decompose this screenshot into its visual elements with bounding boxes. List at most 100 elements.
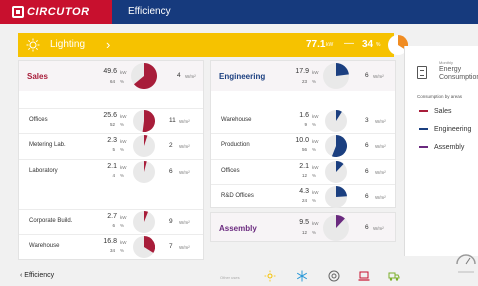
engineering-title: Engineering (219, 72, 266, 81)
kw-unit: kW (120, 165, 127, 170)
area-wm2: 9 (169, 218, 173, 225)
brand-mark-icon (12, 6, 24, 18)
assembly-pie (323, 215, 349, 241)
assembly-title: Assembly (219, 224, 257, 233)
area-wm2: 6 (169, 168, 173, 175)
assembly-card[interactable]: Assembly 9.5 kW 12 % 6 W/m² (210, 212, 396, 242)
lighting-bar[interactable]: Lighting › 77.1 kW — 34 % (18, 33, 408, 57)
table-row[interactable]: Offices 25.6 kW 52% 11 W/m² (19, 108, 203, 134)
snowflake-icon[interactable] (296, 270, 308, 282)
pie-slice (336, 186, 347, 197)
table-row[interactable]: Warehouse 16.8 kW 34% 7 W/m² (19, 234, 203, 260)
legend-swatch (419, 128, 428, 131)
table-row[interactable]: Laboratory 2.1 kW 4% 6 W/m² (19, 159, 203, 185)
area-name: Production (221, 142, 250, 148)
area-kw: 2.7 (107, 213, 117, 220)
pct-unit: % (120, 248, 125, 253)
area-name: Corporate Build. (29, 218, 73, 224)
area-name: Metering Lab. (29, 142, 66, 148)
chevron-right-icon[interactable]: › (106, 37, 110, 52)
legend-label: Sales (434, 108, 452, 115)
area-pct: 56 (301, 147, 307, 152)
legend-item-engineering: Engineering (419, 126, 471, 133)
wm2-unit: W/m² (375, 195, 386, 200)
wm2-unit: W/m² (375, 170, 386, 175)
pct-unit: % (312, 147, 317, 152)
sales-header-row[interactable]: Sales 49.6 kW 64 % 4 W/m² (19, 61, 203, 91)
area-wm2: 6 (365, 193, 369, 200)
sales-pct: 64 (109, 79, 115, 84)
target-icon[interactable] (328, 270, 340, 282)
document-icon (417, 66, 427, 79)
area-share-pie (133, 211, 155, 233)
table-row[interactable]: Offices 2.1 kW 12% 6 W/m² (211, 159, 395, 185)
area-name: Offices (221, 168, 240, 174)
kw-unit: kW (312, 114, 319, 119)
table-row[interactable]: Warehouse 1.6 kW 9% 3 W/m² (211, 108, 395, 134)
area-kw: 16.8 (103, 238, 117, 245)
circutor-logo: CIRCUTOR (12, 5, 96, 19)
legend-swatch (419, 146, 428, 149)
pct-unit: % (120, 79, 125, 84)
area-name: Laboratory (29, 168, 58, 174)
area-wm2: 6 (365, 168, 369, 175)
kw-unit: kW (312, 190, 319, 195)
legend-swatch (419, 110, 428, 113)
lighting-percent-value: 34 (362, 39, 374, 50)
area-kw: 1.6 (299, 112, 309, 119)
area-pct: 9 (304, 122, 307, 127)
area-wm2: 11 (169, 117, 176, 124)
wm2-unit: W/m² (179, 170, 190, 175)
area-kw: 10.0 (295, 137, 309, 144)
legend-label: Assembly (434, 144, 465, 151)
back-link[interactable]: ‹ Efficiency (20, 272, 54, 279)
panel-period: Monthly (439, 60, 454, 65)
area-pct: 6 (112, 223, 115, 228)
engineering-wm2: 6 (365, 72, 369, 79)
engineering-pct: 23 (301, 79, 307, 84)
area-pct: 12 (301, 173, 307, 178)
assembly-kw: 9.5 (299, 219, 309, 226)
engineering-header-row[interactable]: Engineering 17.9 kW 23 % 6 W/m² (211, 61, 395, 91)
area-share-pie (133, 236, 155, 258)
wm2-unit: W/m² (373, 226, 384, 231)
table-row[interactable]: Corporate Build. 2.7 kW 6% 9 W/m² (19, 209, 203, 235)
engineering-pie (323, 63, 349, 89)
pie-slice (336, 63, 349, 76)
laptop-icon[interactable] (358, 270, 370, 282)
truck-icon[interactable] (388, 270, 400, 282)
area-pct: 34 (109, 248, 115, 253)
lighting-label: Lighting (50, 39, 86, 50)
area-share-pie (325, 110, 347, 132)
lighting-icon[interactable] (264, 270, 276, 282)
gauge-icon (456, 254, 476, 273)
table-row[interactable]: R&D Offices 4.3 kW 24% 6 W/m² (211, 184, 395, 210)
area-name: Offices (29, 117, 48, 123)
brand-name: CIRCUTOR (27, 6, 90, 18)
engineering-card: Engineering 17.9 kW 23 % 6 W/m² Warehous… (210, 60, 396, 208)
kw-unit: kW (312, 139, 319, 144)
area-kw: 2.1 (299, 163, 309, 170)
table-row[interactable]: Production 10.0 kW 56% 6 W/m² (211, 133, 395, 159)
legend-item-assembly: Assembly (419, 144, 464, 151)
sales-title: Sales (27, 72, 48, 81)
area-kw: 2.1 (107, 163, 117, 170)
area-kw: 25.6 (103, 112, 117, 119)
lighting-separator: — (344, 38, 354, 49)
sales-kw: 49.6 (103, 68, 117, 75)
energy-consumption-panel: Monthly Energy Consumption Consumption b… (404, 46, 478, 256)
kw-unit: kW (120, 70, 127, 75)
wm2-unit: W/m² (373, 74, 384, 79)
pct-unit: % (312, 173, 317, 178)
table-row[interactable]: Metering Lab. 2.3 kW 5% 2 W/m² (19, 133, 203, 159)
sales-pie (131, 63, 157, 89)
kw-unit: kW (120, 114, 127, 119)
kw-unit: kW (312, 221, 319, 226)
area-kw: 4.3 (299, 188, 309, 195)
area-share-pie (325, 135, 347, 157)
area-wm2: 2 (169, 142, 173, 149)
wm2-unit: W/m² (185, 74, 196, 79)
assembly-wm2: 6 (365, 224, 369, 231)
legend-label: Engineering (434, 126, 472, 133)
wm2-unit: W/m² (375, 144, 386, 149)
